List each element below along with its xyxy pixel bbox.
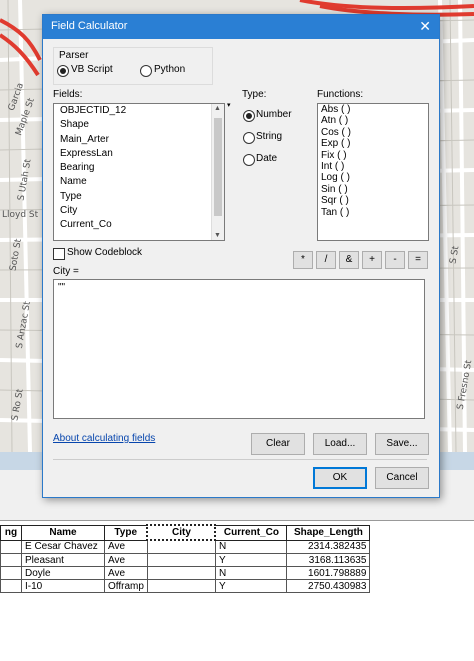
function-item[interactable]: Exp ( ): [318, 138, 428, 149]
about-calculating-fields-link[interactable]: About calculating fields: [53, 433, 155, 444]
table-row[interactable]: I-10 Offramp Y 2750.430983: [0, 579, 371, 593]
function-item[interactable]: Log ( ): [318, 172, 428, 183]
table-cell: Ave: [104, 566, 148, 580]
table-cell: Ave: [104, 539, 148, 554]
table-cell: 1601.798889: [286, 566, 371, 580]
function-item[interactable]: Fix ( ): [318, 150, 428, 161]
column-header[interactable]: Shape_Length: [286, 524, 371, 541]
dialog-title: Field Calculator: [51, 20, 128, 32]
table-cell: [146, 553, 216, 567]
column-header-selected[interactable]: City: [146, 524, 217, 541]
table-cell: [0, 579, 22, 593]
fields-label: Fields:: [53, 89, 83, 100]
table-cell: [146, 579, 216, 593]
attribute-table: ng Name Type City Current_Co Shape_Lengt…: [0, 524, 371, 593]
field-item[interactable]: OBJECTID_12: [54, 104, 224, 118]
divider: [53, 459, 427, 460]
table-cell: 2314.382435: [286, 539, 371, 554]
table-row[interactable]: E Cesar Chavez Ave N 2314.382435: [0, 539, 371, 554]
table-cell: [0, 566, 22, 580]
table-cell: Offramp: [104, 579, 148, 593]
save-button[interactable]: Save...: [375, 433, 429, 455]
table-cell: 3168.113635: [286, 553, 371, 567]
function-item[interactable]: Cos ( ): [318, 127, 428, 138]
functions-label: Functions:: [317, 89, 364, 100]
table-row[interactable]: Pleasant Ave Y 3168.113635: [0, 553, 371, 567]
field-item[interactable]: Main_Arter: [54, 133, 224, 147]
functions-listbox[interactable]: Abs ( ) Atn ( ) Cos ( ) Exp ( ) Fix ( ) …: [317, 103, 429, 241]
vbscript-radio[interactable]: [57, 65, 69, 77]
equals-button[interactable]: =: [408, 251, 428, 269]
function-item[interactable]: Abs ( ): [318, 104, 428, 115]
table-cell: [0, 539, 22, 554]
python-label[interactable]: Python: [154, 64, 185, 75]
table-cell: Doyle: [21, 566, 105, 580]
field-item[interactable]: Name: [54, 175, 224, 189]
type-string-radio[interactable]: [243, 132, 255, 144]
table-cell: Y: [214, 553, 288, 567]
type-number-radio[interactable]: [243, 110, 255, 122]
table-cell: 2750.430983: [286, 579, 371, 593]
scroll-up-icon[interactable]: ▲: [214, 105, 221, 112]
multiply-button[interactable]: *: [293, 251, 313, 269]
fields-listbox[interactable]: OBJECTID_12 Shape Main_Arter ExpressLan …: [53, 103, 225, 241]
caret-down-icon: ▾: [227, 102, 231, 109]
column-header[interactable]: Type: [104, 524, 148, 541]
table-row[interactable]: Doyle Ave N 1601.798889: [0, 566, 371, 580]
parser-label: Parser: [59, 50, 89, 61]
table-cell: Pleasant: [21, 553, 105, 567]
show-codeblock-label[interactable]: Show Codeblock: [67, 247, 142, 258]
divide-button[interactable]: /: [316, 251, 336, 269]
function-item[interactable]: Int ( ): [318, 161, 428, 172]
table-cell: E Cesar Chavez: [21, 539, 105, 554]
fields-scrollbar[interactable]: ▲ ▼: [211, 104, 224, 240]
field-calculator-dialog: Field Calculator ✕ Parser VB Script Pyth…: [42, 14, 440, 498]
function-item[interactable]: Atn ( ): [318, 115, 428, 126]
table-cell: [0, 553, 22, 567]
minus-button[interactable]: -: [385, 251, 405, 269]
type-date-label[interactable]: Date: [256, 153, 277, 164]
show-codeblock-checkbox[interactable]: [53, 248, 65, 260]
table-cell: [146, 539, 216, 554]
load-button[interactable]: Load...: [313, 433, 367, 455]
cancel-button[interactable]: Cancel: [375, 467, 429, 489]
table-cell: [146, 566, 216, 580]
vbscript-label[interactable]: VB Script: [71, 64, 113, 75]
function-item[interactable]: Tan ( ): [318, 207, 428, 218]
column-header[interactable]: ng: [0, 524, 22, 541]
column-header[interactable]: Name: [21, 524, 105, 541]
concat-button[interactable]: &: [339, 251, 359, 269]
python-radio[interactable]: [140, 65, 152, 77]
expression-label: City =: [53, 266, 79, 277]
close-icon[interactable]: ✕: [419, 18, 431, 35]
clear-button[interactable]: Clear: [251, 433, 305, 455]
table-cell: Ave: [104, 553, 148, 567]
field-item[interactable]: City: [54, 204, 224, 218]
field-item[interactable]: ExpressLan: [54, 147, 224, 161]
plus-button[interactable]: +: [362, 251, 382, 269]
type-number-label[interactable]: Number: [256, 109, 292, 120]
column-header[interactable]: Current_Co: [214, 524, 288, 541]
table-cell: N: [214, 566, 288, 580]
type-label: Type:: [242, 89, 267, 100]
ok-button[interactable]: OK: [313, 467, 367, 489]
field-item[interactable]: Shape: [54, 118, 224, 132]
map-label: Lloyd St: [2, 210, 39, 220]
scroll-thumb[interactable]: [214, 118, 222, 216]
field-item[interactable]: Type: [54, 190, 224, 204]
scroll-down-icon[interactable]: ▼: [214, 232, 221, 239]
field-item[interactable]: Bearing: [54, 161, 224, 175]
function-item[interactable]: Sin ( ): [318, 184, 428, 195]
type-string-label[interactable]: String: [256, 131, 282, 142]
dialog-titlebar[interactable]: Field Calculator ✕: [43, 15, 439, 39]
table-cell: I-10: [21, 579, 105, 593]
function-item[interactable]: Sqr ( ): [318, 195, 428, 206]
table-cell: N: [214, 539, 288, 554]
table-cell: Y: [214, 579, 288, 593]
expression-input[interactable]: [53, 279, 425, 419]
type-date-radio[interactable]: [243, 154, 255, 166]
field-item[interactable]: Current_Co: [54, 218, 224, 232]
